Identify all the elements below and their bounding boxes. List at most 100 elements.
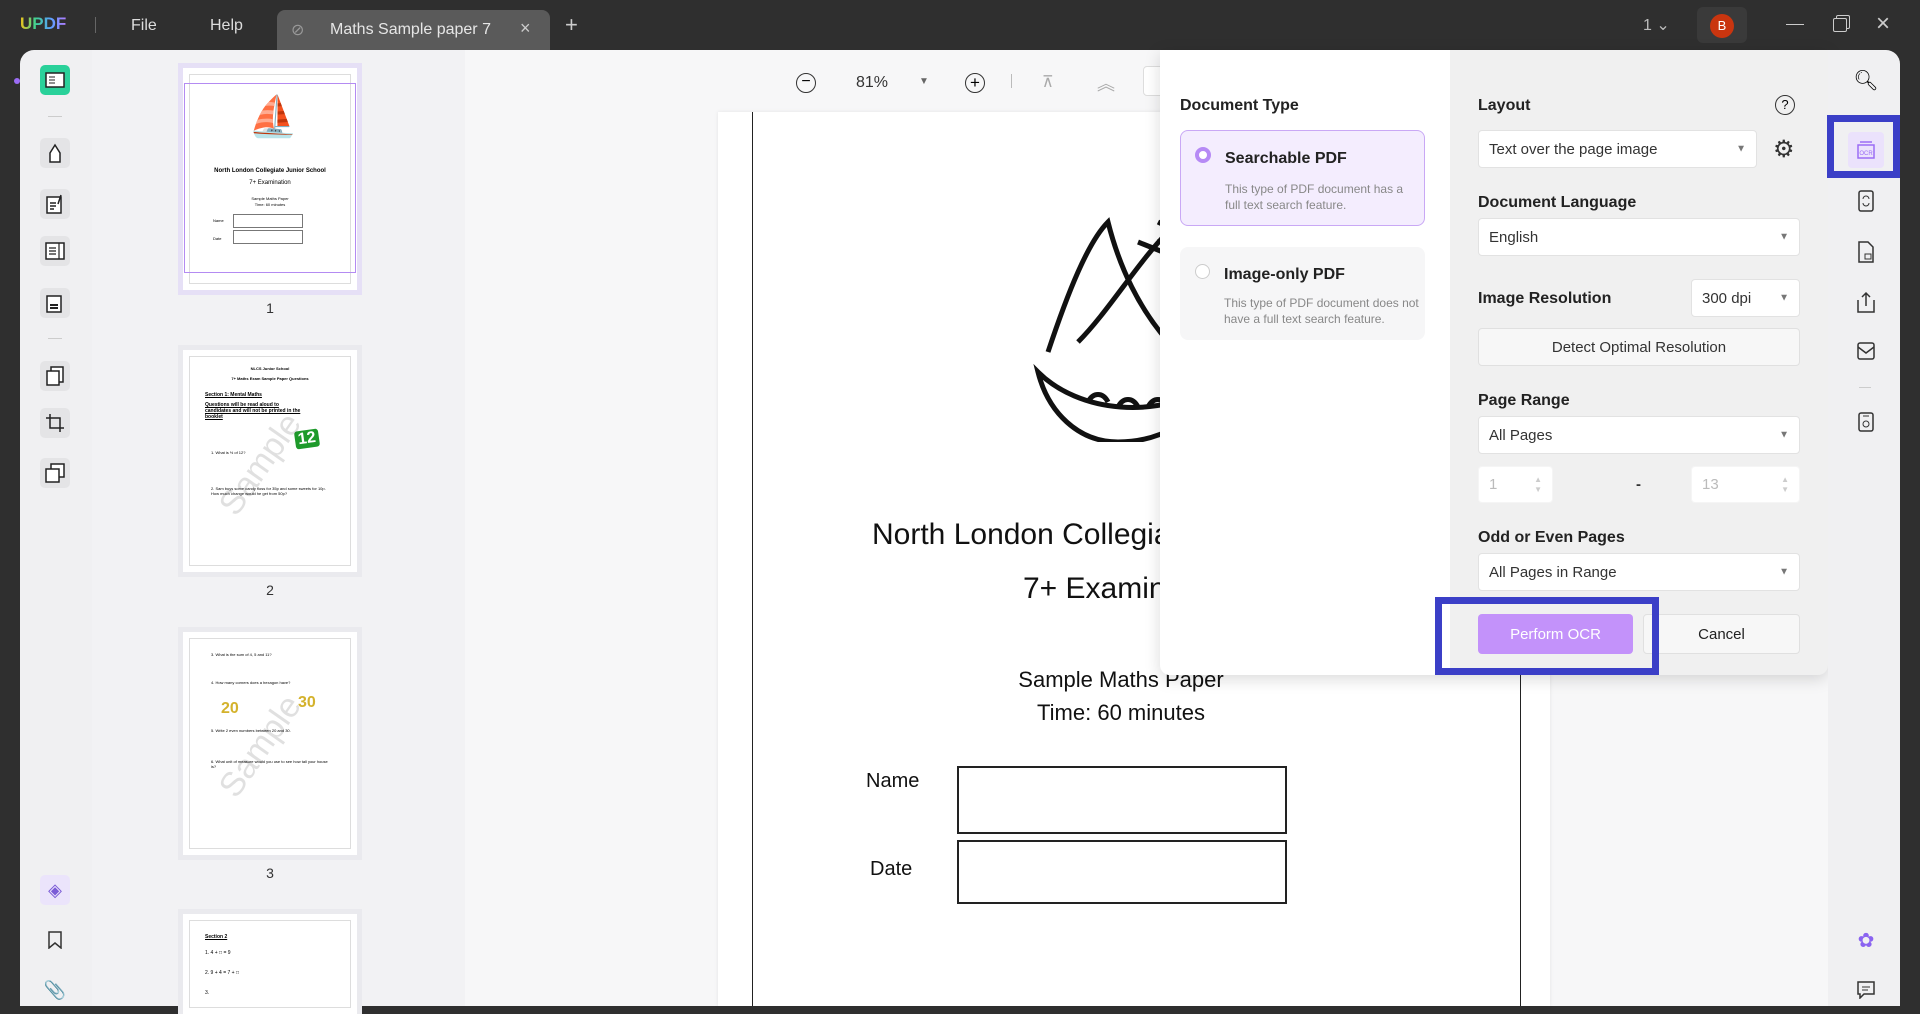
ship-logo-thumb: ⛵ bbox=[248, 95, 298, 139]
restore-icon[interactable] bbox=[1833, 18, 1847, 32]
thumb-text: 7+ Maths Exam Sample Paper Questions bbox=[231, 376, 309, 381]
tab-document[interactable]: ⊘ Maths Sample paper 7 × bbox=[277, 10, 550, 50]
dropdown-arrow-icon: ▼ bbox=[1779, 429, 1789, 441]
layers-icon[interactable]: ◈ bbox=[40, 875, 70, 905]
select-value: All Pages in Range bbox=[1489, 563, 1617, 581]
previous-page-icon[interactable]: ︽ bbox=[1097, 70, 1115, 96]
name-box bbox=[957, 766, 1287, 834]
ocr-icon[interactable]: OCR bbox=[1848, 132, 1884, 168]
thumb-text: 3. What is the sum of 4, 5 and 11? bbox=[211, 652, 272, 657]
thumb-label: 3 bbox=[266, 865, 274, 881]
radio-unselected[interactable] bbox=[1195, 264, 1210, 279]
avatar[interactable]: B bbox=[1697, 7, 1747, 43]
share-icon[interactable] bbox=[1848, 284, 1884, 320]
layout-select[interactable]: Text over the page image ▼ bbox=[1478, 130, 1757, 168]
menu-file[interactable]: File bbox=[131, 17, 157, 35]
option-desc: This type of PDF document has a full tex… bbox=[1225, 182, 1404, 212]
dropdown-arrow-icon: ▼ bbox=[1736, 143, 1746, 155]
protect-icon[interactable] bbox=[1848, 234, 1884, 270]
organize-icon[interactable] bbox=[40, 236, 70, 266]
thumb-text: 4. How many corners does a hexagon have? bbox=[211, 680, 291, 685]
sign-icon[interactable] bbox=[40, 288, 70, 318]
avatar-circle: B bbox=[1710, 14, 1734, 38]
select-value: 300 dpi bbox=[1702, 289, 1752, 307]
thumbnail-page-1[interactable]: ⛵ North London Collegiate Junior School … bbox=[183, 68, 357, 290]
watermark-icon[interactable] bbox=[40, 458, 70, 488]
divider bbox=[1011, 74, 1012, 88]
image-only-pdf-option[interactable]: Image-only PDF This type of PDF document… bbox=[1180, 247, 1425, 340]
settings-gear-icon[interactable]: ⚙ bbox=[1773, 135, 1795, 164]
thumb-l2: Time: 60 minutes bbox=[254, 202, 286, 207]
email-icon[interactable] bbox=[1848, 333, 1884, 369]
detect-resolution-button[interactable]: Detect Optimal Resolution bbox=[1478, 328, 1800, 366]
select-value: All Pages bbox=[1489, 426, 1553, 444]
resolution-select[interactable]: 300 dpi ▼ bbox=[1691, 279, 1800, 317]
page-range-label: Page Range bbox=[1478, 392, 1570, 409]
edit-pdf-icon[interactable] bbox=[40, 189, 70, 219]
thumb-text: 2. 9 + 4 = 7 + □ bbox=[205, 970, 240, 976]
app-logo: UPDF bbox=[20, 14, 66, 34]
image-resolution-label: Image Resolution bbox=[1478, 290, 1612, 307]
close-tab-icon[interactable]: × bbox=[520, 18, 531, 39]
logo-text: UPDF bbox=[20, 14, 67, 33]
search-icon[interactable]: 🔍︎ bbox=[1848, 62, 1884, 98]
page-subtitle: 7+ Examin bbox=[1023, 572, 1166, 605]
odd-even-select[interactable]: All Pages in Range ▼ bbox=[1478, 553, 1800, 591]
zoom-level[interactable]: 81% bbox=[856, 74, 888, 92]
thumb-text: 1. What is ½ of 12? bbox=[211, 450, 246, 455]
divider bbox=[95, 17, 96, 33]
spinner-icon[interactable]: ▲ ▼ bbox=[1534, 475, 1542, 495]
thumb-l1: Sample Maths Paper bbox=[251, 196, 289, 201]
page-line-2: Time: 60 minutes bbox=[1037, 700, 1205, 725]
close-window-icon[interactable]: × bbox=[1876, 10, 1890, 38]
help-icon[interactable]: ? bbox=[1775, 95, 1795, 115]
crop-icon[interactable] bbox=[40, 408, 70, 438]
thumbnail-page-3[interactable]: 3. What is the sum of 4, 5 and 11? 4. Ho… bbox=[183, 632, 357, 855]
thumb-sub: 7+ Examination bbox=[249, 180, 291, 186]
zoom-out-icon[interactable]: − bbox=[796, 73, 816, 93]
minimize-icon[interactable] bbox=[1786, 24, 1804, 25]
first-page-icon[interactable]: ⊼ bbox=[1042, 72, 1054, 92]
cancel-button[interactable]: Cancel bbox=[1643, 614, 1800, 654]
new-tab-icon[interactable]: + bbox=[565, 12, 578, 38]
thumb-text: 1. 4 + □ = 9 bbox=[205, 950, 231, 956]
thumb-name: Name bbox=[213, 218, 224, 223]
range-dash: - bbox=[1636, 476, 1641, 493]
option-title: Image-only PDF bbox=[1224, 266, 1345, 283]
thumbnail-page-4[interactable]: Section 2 1. 4 + □ = 9 2. 9 + 4 = 7 + □ … bbox=[183, 914, 357, 1014]
thumb-title: North London Collegiate Junior School bbox=[214, 168, 326, 174]
unsaved-icon: ⊘ bbox=[291, 22, 305, 39]
dropdown-arrow-icon: ▼ bbox=[1779, 566, 1789, 578]
searchable-pdf-option[interactable]: Searchable PDF This type of PDF document… bbox=[1180, 130, 1425, 226]
menu-help[interactable]: Help bbox=[210, 17, 243, 35]
save-icon[interactable] bbox=[1848, 404, 1884, 440]
range-to-input[interactable]: 13 ▲ ▼ bbox=[1691, 466, 1800, 503]
reader-mode-icon[interactable] bbox=[40, 65, 70, 95]
zoom-in-icon[interactable]: + bbox=[965, 73, 985, 93]
ai-assistant-icon[interactable]: ✿ bbox=[1848, 922, 1884, 958]
convert-icon[interactable] bbox=[1848, 183, 1884, 219]
divider bbox=[48, 116, 62, 117]
radio-selected[interactable] bbox=[1195, 147, 1211, 163]
page-range-select[interactable]: All Pages ▼ bbox=[1478, 416, 1800, 454]
zoom-dropdown-icon[interactable]: ▼ bbox=[919, 76, 929, 87]
thumb-text: 20 bbox=[221, 700, 239, 717]
name-label: Name bbox=[866, 770, 920, 792]
spinner-icon[interactable]: ▲ ▼ bbox=[1781, 475, 1789, 495]
thumb-date: Date bbox=[213, 236, 222, 241]
perform-ocr-button[interactable]: Perform OCR bbox=[1478, 614, 1633, 654]
attachment-icon[interactable]: 📎 bbox=[40, 975, 70, 1005]
page-count[interactable]: 1 ⌄ bbox=[1643, 15, 1670, 35]
document-type-label: Document Type bbox=[1180, 97, 1299, 114]
language-select[interactable]: English ▼ bbox=[1478, 218, 1800, 256]
layout-label: Layout bbox=[1478, 97, 1531, 114]
page-count-value: 1 bbox=[1643, 17, 1652, 34]
svg-text:OCR: OCR bbox=[1859, 151, 1873, 157]
thumbnail-page-2[interactable]: NLCS Junior School 7+ Maths Exam Sample … bbox=[183, 350, 357, 572]
bookmark-icon[interactable] bbox=[40, 925, 70, 955]
comment-icon[interactable] bbox=[1848, 972, 1884, 1008]
range-from-input[interactable]: 1 ▲ ▼ bbox=[1478, 466, 1553, 503]
pages-icon[interactable] bbox=[40, 361, 70, 391]
highlighter-icon[interactable] bbox=[40, 138, 70, 168]
thumb-text: 3. bbox=[205, 990, 210, 996]
